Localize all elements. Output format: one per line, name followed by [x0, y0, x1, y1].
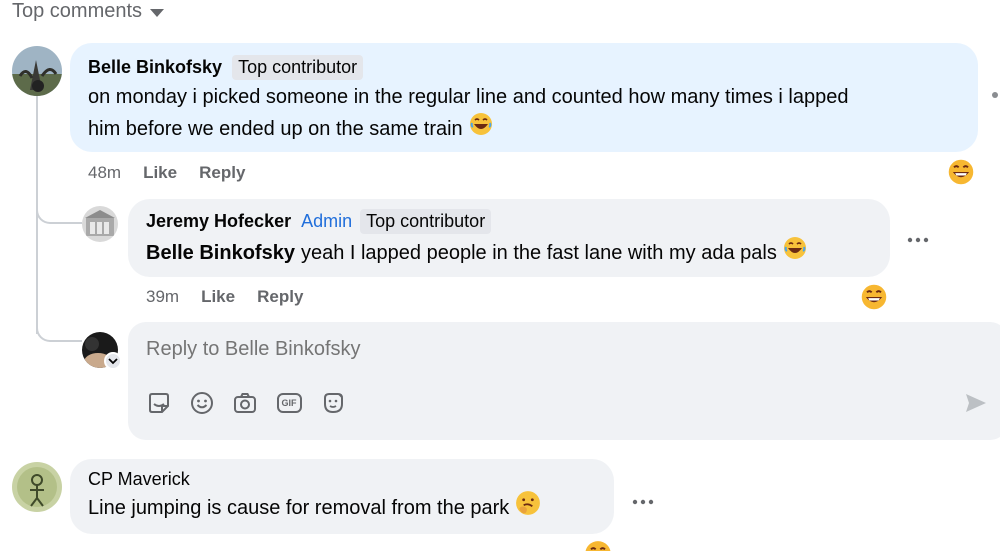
comment-text: on monday i picked someone in the regula…: [88, 82, 960, 145]
avatar-belle[interactable]: [12, 46, 62, 96]
top-contributor-badge: Top contributor: [360, 209, 492, 234]
reaction-laughing-icon[interactable]: [584, 540, 612, 551]
thread-line-branch-1: [36, 200, 82, 224]
laughing-emoji-icon: [469, 112, 493, 145]
comment-text-body: yeah I lapped people in the fast lane wi…: [300, 241, 777, 264]
comment-text-body: Line jumping is cause for removal from t…: [88, 496, 510, 519]
comment-actions-jeremy: 39m Like Reply: [146, 287, 303, 307]
reply-button[interactable]: Reply: [257, 287, 303, 307]
comment-text: Belle Binkofsky yeah I lapped people in …: [146, 236, 872, 269]
comment-time[interactable]: 48m: [88, 163, 121, 183]
comment-author[interactable]: Belle Binkofsky: [88, 57, 222, 78]
sticker-icon[interactable]: [146, 390, 172, 416]
comment-bubble-jeremy: Jeremy Hofecker Admin Top contributor Be…: [128, 199, 890, 277]
top-contributor-badge: Top contributor: [232, 55, 364, 80]
gif-label: GIF: [276, 393, 302, 413]
caret-down-icon: [150, 9, 165, 17]
avatar-jeremy[interactable]: [82, 206, 118, 242]
comment-bubble-belle: Belle Binkofsky Top contributor on monda…: [70, 43, 978, 152]
chevron-down-icon[interactable]: [104, 352, 122, 370]
avatar-sticker-icon[interactable]: [320, 390, 346, 416]
avatar-cp-maverick[interactable]: [12, 462, 62, 512]
like-button[interactable]: Like: [143, 163, 177, 183]
comment-bubble-cp-maverick: CP Maverick Line jumping is cause for re…: [70, 459, 614, 534]
laughing-emoji-icon: [783, 236, 807, 269]
gif-icon[interactable]: GIF: [275, 390, 303, 416]
comment-actions-belle: 48m Like Reply: [88, 163, 245, 183]
emoji-icon[interactable]: [189, 390, 215, 416]
mention-link[interactable]: Belle Binkofsky: [146, 238, 295, 268]
sort-label: Top comments: [12, 0, 143, 22]
reply-composer: GIF: [128, 322, 1000, 440]
composer-toolbar: GIF: [146, 390, 346, 416]
reaction-laughing-icon[interactable]: [947, 158, 975, 191]
comment-text: Line jumping is cause for removal from t…: [88, 490, 596, 525]
more-options-icon[interactable]: [631, 486, 655, 512]
comment-author[interactable]: Jeremy Hofecker: [146, 211, 291, 232]
admin-badge: Admin: [301, 211, 353, 231]
reply-input[interactable]: [146, 338, 846, 361]
comment-time[interactable]: 39m: [146, 287, 179, 307]
thinking-emoji-icon: [515, 490, 541, 525]
sort-comments-dropdown[interactable]: Top comments: [12, 0, 165, 23]
thread-line-branch-2: [36, 318, 82, 342]
send-icon[interactable]: [964, 392, 988, 419]
camera-icon[interactable]: [232, 390, 258, 416]
more-options-icon[interactable]: [906, 224, 930, 250]
more-options-icon[interactable]: [992, 92, 998, 98]
comment-text-line-1: on monday i picked someone in the regula…: [88, 86, 849, 108]
like-button[interactable]: Like: [201, 287, 235, 307]
comment-text-line-2: him before we ended up on the same train: [88, 117, 463, 140]
comment-author[interactable]: CP Maverick: [88, 469, 190, 490]
reply-button[interactable]: Reply: [199, 163, 245, 183]
reaction-laughing-icon[interactable]: [860, 283, 888, 316]
